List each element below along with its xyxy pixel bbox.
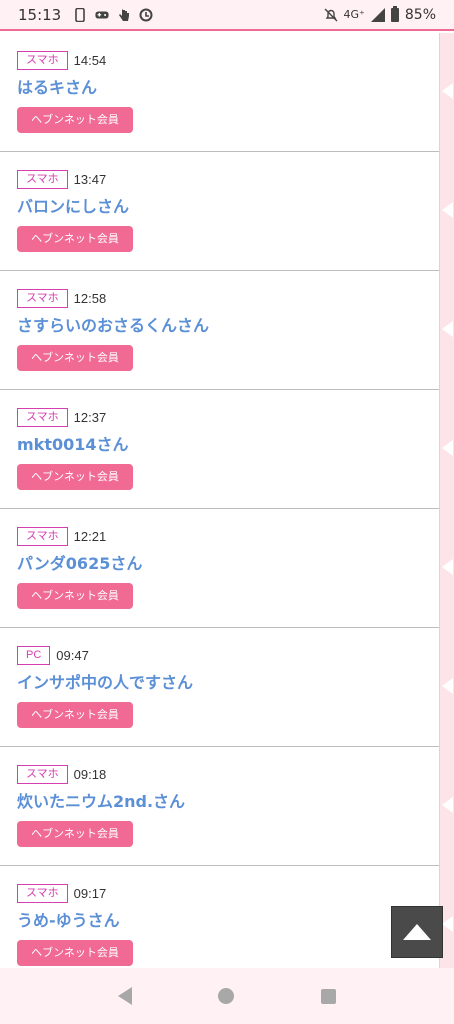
home-icon[interactable] [218, 988, 235, 1004]
device-badge: PC [17, 645, 51, 665]
device-badge: スマホ [17, 288, 68, 308]
list-item[interactable]: スマホ 12:58 さすらいのおさるくんさん ヘブンネット会員 [0, 271, 439, 390]
list-item[interactable]: スマホ 13:47 バロンにしさん ヘブンネット会員 [0, 152, 439, 271]
rail-notch [442, 559, 453, 575]
back-icon[interactable] [118, 987, 133, 1005]
recents-icon[interactable] [320, 988, 336, 1004]
arrow-up-icon [403, 924, 431, 940]
signal-icon [370, 7, 385, 22]
entry-time: 09:17 [73, 885, 107, 901]
update-icon [139, 8, 153, 22]
network-type: 4G⁺ [343, 8, 365, 21]
entry-time: 13:47 [73, 171, 107, 187]
rail-notch [442, 440, 453, 456]
user-name-link[interactable]: インサポ中の人ですさん [17, 672, 439, 694]
rail-notch [442, 797, 453, 813]
list-item[interactable]: スマホ 12:37 mkt0014さん ヘブンネット会員 [0, 390, 439, 509]
status-left-icons [73, 7, 153, 22]
rail-notch [442, 916, 453, 932]
device-badge: スマホ [17, 764, 68, 784]
hand-icon [117, 8, 131, 22]
user-name-link[interactable]: 炊いたニウム2nd.さん [17, 791, 439, 813]
device-badge: スマホ [17, 883, 68, 903]
entry-time: 12:37 [73, 409, 107, 425]
rail-notch [442, 678, 453, 694]
user-name-link[interactable]: パンダ0625さん [17, 553, 439, 575]
scroll-top-button[interactable] [391, 906, 443, 958]
rail-notch [442, 202, 453, 218]
user-name-link[interactable]: mkt0014さん [17, 434, 439, 456]
battery-percent: 85% [404, 6, 436, 23]
user-name-link[interactable]: バロンにしさん [17, 196, 439, 218]
gamepad-icon [95, 8, 109, 22]
phone-icon [73, 7, 87, 22]
member-badge: ヘブンネット会員 [17, 226, 133, 252]
right-rail [439, 33, 454, 968]
user-name-link[interactable]: はるキさん [17, 77, 439, 99]
member-badge: ヘブンネット会員 [17, 702, 133, 728]
bell-off-icon [324, 8, 338, 22]
device-badge: スマホ [17, 526, 68, 546]
status-time: 15:13 [18, 5, 62, 24]
list-item[interactable]: スマホ 12:21 パンダ0625さん ヘブンネット会員 [0, 509, 439, 628]
user-name-link[interactable]: うめ-ゆうさん [17, 910, 439, 932]
member-badge: ヘブンネット会員 [17, 345, 133, 371]
rail-notch [442, 83, 453, 99]
member-badge: ヘブンネット会員 [17, 107, 133, 133]
status-right: 4G⁺ 85% [324, 5, 436, 23]
entry-time: 14:54 [73, 52, 107, 68]
device-badge: スマホ [17, 407, 68, 427]
member-badge: ヘブンネット会員 [17, 583, 133, 609]
entry-time: 12:21 [73, 528, 107, 544]
member-badge: ヘブンネット会員 [17, 821, 133, 847]
list-item[interactable]: スマホ 09:18 炊いたニウム2nd.さん ヘブンネット会員 [0, 747, 439, 866]
list-item[interactable]: スマホ 14:54 はるキさん ヘブンネット会員 [0, 33, 439, 152]
member-badge: ヘブンネット会員 [17, 940, 133, 966]
list-item[interactable]: PC 09:47 インサポ中の人ですさん ヘブンネット会員 [0, 628, 439, 747]
device-badge: スマホ [17, 50, 68, 70]
system-nav-bar [0, 968, 454, 1024]
visitor-list: スマホ 14:54 はるキさん ヘブンネット会員 スマホ 13:47 バロンにし… [0, 33, 439, 985]
entry-time: 09:47 [56, 647, 89, 663]
battery-icon [390, 5, 399, 22]
device-badge: スマホ [17, 169, 68, 189]
status-bar: 15:13 4G⁺ 85% [0, 0, 454, 31]
entry-time: 12:58 [73, 290, 107, 306]
user-name-link[interactable]: さすらいのおさるくんさん [17, 315, 439, 337]
rail-notch [442, 321, 453, 337]
member-badge: ヘブンネット会員 [17, 464, 133, 490]
entry-time: 09:18 [73, 766, 107, 782]
